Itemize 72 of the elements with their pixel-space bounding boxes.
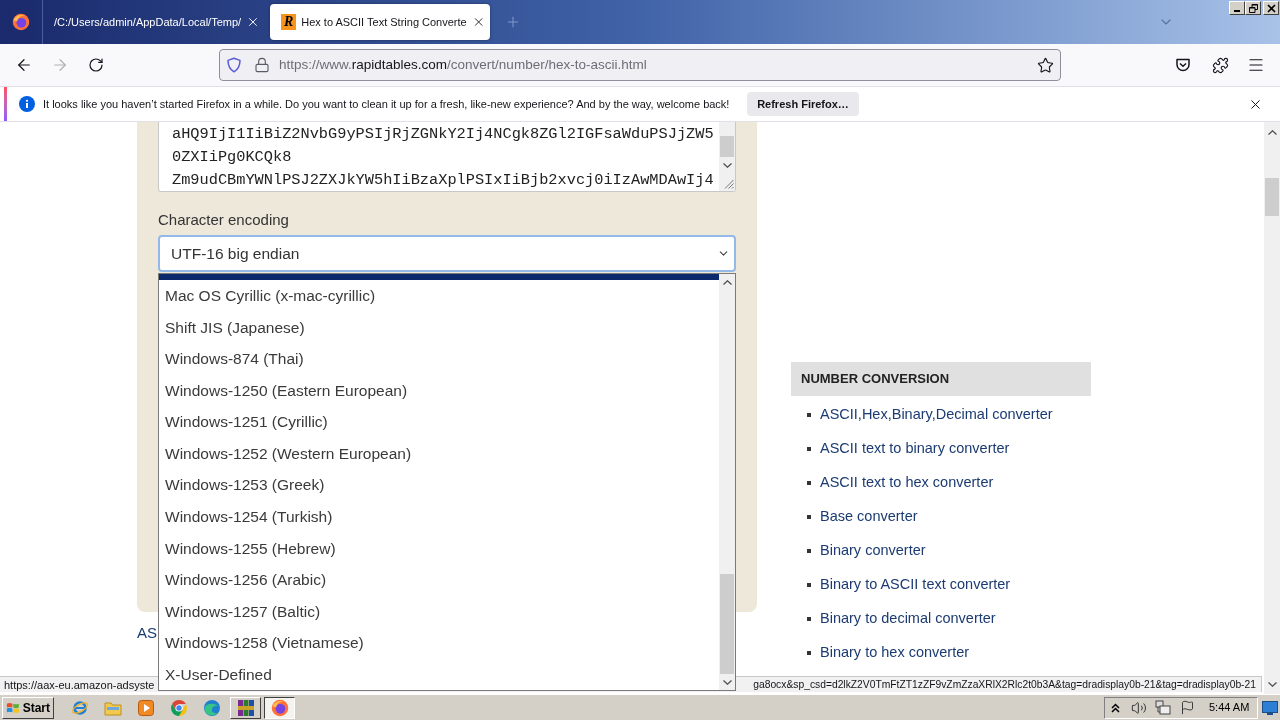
bookmark-star-icon[interactable]	[1037, 56, 1054, 74]
refresh-button[interactable]: Refresh Firefox…	[747, 92, 859, 116]
flag-icon[interactable]	[1180, 700, 1195, 715]
bullet-icon	[807, 583, 811, 587]
sidebar-link[interactable]: ASCII text to hex converter	[820, 472, 994, 494]
scrollbar-thumb[interactable]	[1265, 178, 1279, 216]
restore-button[interactable]	[1245, 1, 1261, 15]
clock-text[interactable]: 5:44 AM	[1209, 699, 1250, 716]
sidebar-link[interactable]: Binary to decimal converter	[820, 608, 996, 630]
notification-message: It looks like you haven’t started Firefox in a while. Do you want to clean it up for a fresh, like-new experience? And by the way, welcome back!	[43, 96, 730, 112]
scrollbar-thumb[interactable]	[720, 136, 734, 157]
minimize-icon	[1234, 10, 1240, 12]
taskbar-window-button[interactable]	[264, 696, 295, 719]
chevron-up-icon[interactable]	[1111, 702, 1120, 713]
browser-tab[interactable]: /C:/Users/admin/AppData/Local/Temp/	[43, 0, 267, 44]
chevron-down-icon[interactable]	[722, 679, 732, 685]
lock-icon[interactable]	[254, 57, 270, 73]
network-icon[interactable]	[1155, 699, 1171, 716]
sidebar-link[interactable]: Base converter	[820, 506, 918, 528]
address-bar[interactable]: https://www.rapidtables.com/convert/number/hex-to-ascii.html	[219, 49, 1061, 81]
monitor-icon[interactable]	[1262, 699, 1278, 716]
browser-icon	[170, 698, 188, 717]
encoding-select[interactable]: UTF-16 big endian	[158, 235, 736, 272]
media-player-icon	[138, 699, 154, 716]
chevron-up-icon[interactable]	[1267, 129, 1277, 135]
field-label: Character encoding	[158, 211, 290, 229]
info-icon	[19, 96, 35, 112]
puzzle-icon	[1211, 56, 1229, 74]
page-link[interactable]: AS	[137, 624, 157, 642]
bullet-icon	[807, 447, 811, 451]
sidebar-link[interactable]: ASCII text to binary converter	[820, 438, 1010, 460]
resize-grip-icon[interactable]	[724, 179, 734, 189]
shield-icon[interactable]	[226, 57, 242, 73]
status-url-text: ga8ocx&sp_csd=d2lkZ2V0TmFtZT1zZF9vZmZzaXRlX2Rlc2t0b3A&tag=dradisplay0b-21&tag=dradisplay0b-21	[753, 677, 1256, 692]
bullet-icon	[807, 617, 811, 621]
chevron-down-icon[interactable]	[722, 162, 732, 168]
pocket-icon	[1175, 57, 1191, 73]
sidebar-link[interactable]: Binary to ASCII text converter	[820, 574, 1011, 596]
bullet-icon	[807, 651, 811, 655]
chevron-up-icon[interactable]	[722, 279, 732, 285]
sidebar-link[interactable]: Binary converter	[820, 540, 926, 562]
forward-arrow-icon	[51, 56, 69, 74]
windows-flag-icon	[6, 700, 20, 715]
bullet-icon	[807, 515, 811, 519]
close-icon[interactable]	[246, 15, 260, 29]
favicon-icon: R	[281, 14, 297, 30]
browser-icon	[71, 698, 89, 717]
folder-icon	[104, 699, 122, 716]
text-input-field[interactable]: aHQ9IjI1IiBiZ2NvbG9yPSIjRjZGNkY2Ij4NCgk8ZGl2IGFsaWduPSJjZW5 0ZXIiPg0KCQk8 Zm9udCBmYWNlPSJ2ZXJkYW5hIiBzaXplPSIxIiBjb2xvcj0iIzAwMDAwIj4	[158, 122, 736, 192]
chevron-down-icon[interactable]	[1267, 681, 1277, 687]
reload-icon	[88, 57, 104, 73]
scrollbar-thumb[interactable]	[720, 574, 734, 674]
status-url-text: https://aax-eu.amazon-adsyste	[4, 677, 155, 692]
speaker-icon[interactable]	[1131, 699, 1147, 716]
books-icon	[236, 698, 255, 717]
bullet-icon	[807, 413, 811, 417]
bullet-icon	[807, 481, 811, 485]
menu-icon	[1247, 56, 1265, 74]
accent-stripe	[4, 87, 7, 121]
start-button[interactable]: Start	[2, 696, 54, 719]
browser-tab[interactable]: R Hex to ASCII Text String Converte	[270, 4, 490, 40]
browser-icon	[203, 698, 221, 717]
section-heading: NUMBER CONVERSION	[791, 362, 1091, 396]
bullet-icon	[807, 549, 811, 553]
sidebar-link[interactable]: ASCII,Hex,Binary,Decimal converter	[820, 404, 1053, 426]
close-button[interactable]	[1263, 1, 1279, 15]
sidebar-link[interactable]: Binary to hex converter	[820, 642, 970, 664]
minimize-button[interactable]	[1229, 1, 1245, 15]
browser-logo-icon	[270, 698, 289, 717]
restore-icon	[1248, 3, 1258, 13]
close-icon	[1266, 3, 1276, 13]
browser-logo-icon[interactable]	[12, 13, 30, 31]
